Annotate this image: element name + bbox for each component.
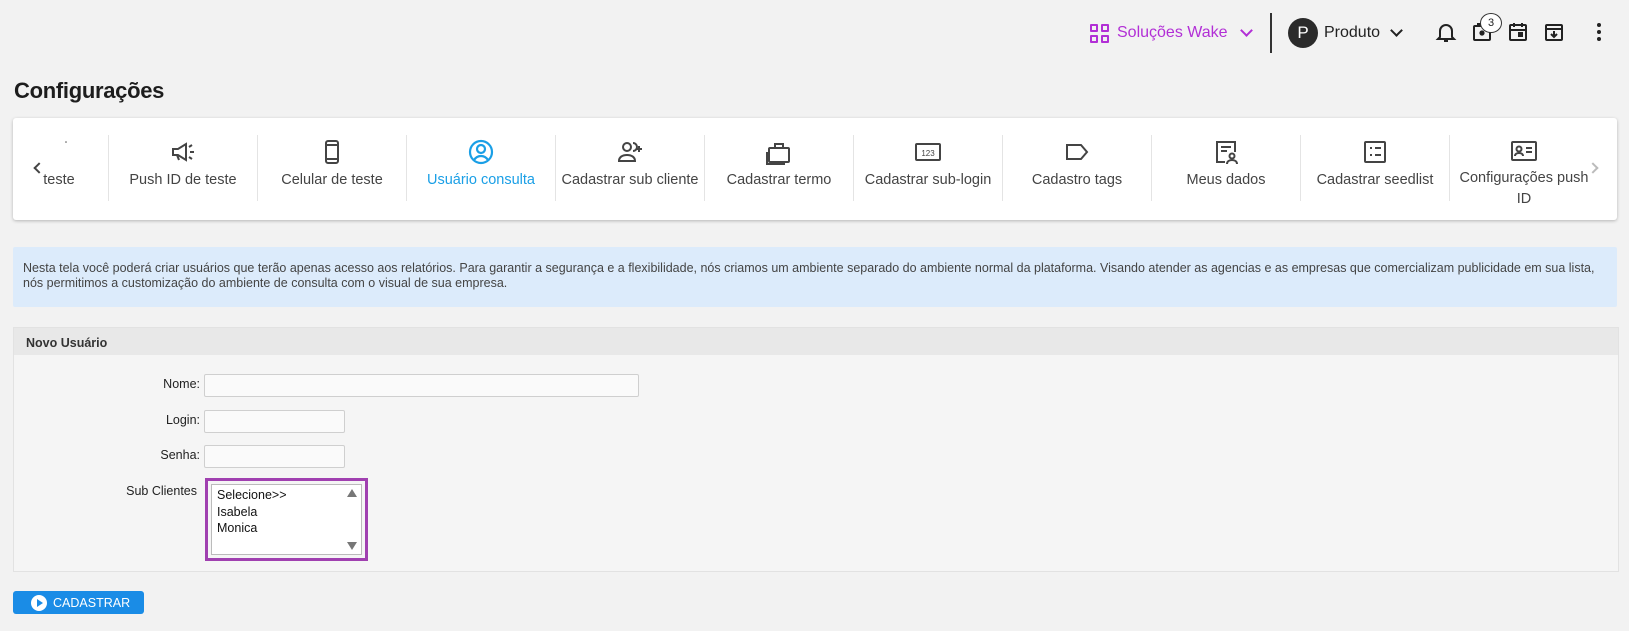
- subclientes-label: Sub Clientes: [126, 484, 197, 498]
- login-label: Login:: [165, 413, 200, 427]
- id-card-icon: [1508, 136, 1540, 166]
- scroll-up-arrow-icon[interactable]: [347, 489, 357, 497]
- tab-label: Push ID de teste: [129, 172, 237, 188]
- tab-label: Cadastrar sub-login: [864, 172, 992, 188]
- avatar: P: [1288, 18, 1318, 48]
- svg-text:123: 123: [921, 149, 935, 158]
- settings-tab-strip: teste Push ID de teste Celular de teste …: [13, 118, 1617, 220]
- solucoes-wake-menu[interactable]: Soluções Wake: [1090, 20, 1253, 46]
- partial-icon: [43, 136, 75, 168]
- chevron-down-icon: [1390, 24, 1403, 37]
- tab-usuario-consulta[interactable]: Usuário consulta: [407, 130, 555, 210]
- tab-configuracoes-push-id[interactable]: Configurações push ID: [1450, 130, 1598, 210]
- cadastrar-button[interactable]: CADASTRAR: [13, 591, 144, 614]
- tab-meus-dados[interactable]: Meus dados: [1152, 130, 1300, 210]
- tab-teste[interactable]: teste: [15, 130, 103, 210]
- pin-123-icon: 123: [912, 136, 944, 168]
- tab-label: teste: [43, 172, 75, 188]
- notifications-bell-icon[interactable]: [1434, 20, 1458, 46]
- apps-grid-icon: [1090, 23, 1109, 43]
- tab-celular-de-teste[interactable]: Celular de teste: [258, 130, 406, 210]
- listbox-option[interactable]: Selecione>>: [217, 487, 361, 504]
- briefcase-icon: [763, 136, 795, 168]
- listbox-option[interactable]: Isabela: [217, 504, 361, 521]
- login-input[interactable]: [204, 410, 345, 433]
- more-vertical-icon[interactable]: [1595, 20, 1609, 46]
- smartphone-icon: [316, 136, 348, 168]
- label-icon: [1061, 136, 1093, 168]
- tab-label: Configurações push ID: [1459, 170, 1589, 207]
- calendar-icon[interactable]: [1506, 20, 1530, 46]
- panel-title: Novo Usuário: [14, 328, 1618, 355]
- top-bar: Soluções Wake P Produto 3: [0, 0, 1629, 66]
- tab-cadastro-tags[interactable]: Cadastro tags: [1003, 130, 1151, 210]
- info-message: Nesta tela você poderá criar usuários qu…: [13, 247, 1617, 307]
- download-box-icon[interactable]: [1542, 20, 1566, 46]
- megaphone-icon: [167, 136, 199, 168]
- cadastrar-label: CADASTRAR: [53, 595, 131, 610]
- account-circle-icon: [465, 136, 497, 168]
- senha-input[interactable]: [204, 445, 345, 468]
- subclientes-highlight: Selecione>> Isabela Monica: [205, 478, 368, 561]
- novo-usuario-panel: Novo Usuário Nome: Login: Senha: Sub Cli…: [13, 327, 1619, 572]
- tab-label: Cadastrar sub cliente: [561, 172, 699, 188]
- page-title: Configurações: [14, 78, 165, 103]
- produto-label: Produto: [1324, 24, 1381, 41]
- header-divider: [1270, 13, 1272, 53]
- tab-label: Celular de teste: [281, 172, 383, 188]
- tab-label: Cadastrar termo: [726, 172, 832, 188]
- nome-input[interactable]: [204, 374, 639, 397]
- tab-cadastrar-sub-login[interactable]: 123 Cadastrar sub-login: [854, 130, 1002, 210]
- tab-label: Cadastro tags: [1031, 172, 1123, 188]
- senha-label: Senha:: [160, 448, 200, 462]
- tab-label: Meus dados: [1186, 172, 1266, 188]
- produto-menu[interactable]: P Produto: [1288, 17, 1403, 49]
- profile-document-icon: [1210, 136, 1242, 168]
- tab-push-id-de-teste[interactable]: Push ID de teste: [109, 130, 257, 210]
- subclientes-listbox[interactable]: Selecione>> Isabela Monica: [211, 484, 362, 555]
- listbox-option[interactable]: Monica: [217, 520, 361, 537]
- tab-label: Cadastrar seedlist: [1316, 172, 1434, 188]
- chevron-down-icon: [1239, 24, 1253, 37]
- tab-cadastrar-termo[interactable]: Cadastrar termo: [705, 130, 853, 210]
- checklist-icon: [1359, 136, 1391, 168]
- scroll-down-arrow-icon[interactable]: [347, 542, 357, 550]
- tab-cadastrar-seedlist[interactable]: Cadastrar seedlist: [1301, 130, 1449, 210]
- tab-label: Usuário consulta: [427, 172, 535, 188]
- tab-cadastrar-sub-cliente[interactable]: Cadastrar sub cliente: [556, 130, 704, 210]
- play-circle-icon: [31, 594, 47, 611]
- notification-count-badge: 3: [1480, 13, 1502, 33]
- person-add-icon: [614, 136, 646, 168]
- solucoes-wake-label: Soluções Wake: [1117, 24, 1228, 41]
- nome-label: Nome:: [163, 377, 200, 391]
- scroll-right-arrow-icon[interactable]: [1585, 158, 1605, 178]
